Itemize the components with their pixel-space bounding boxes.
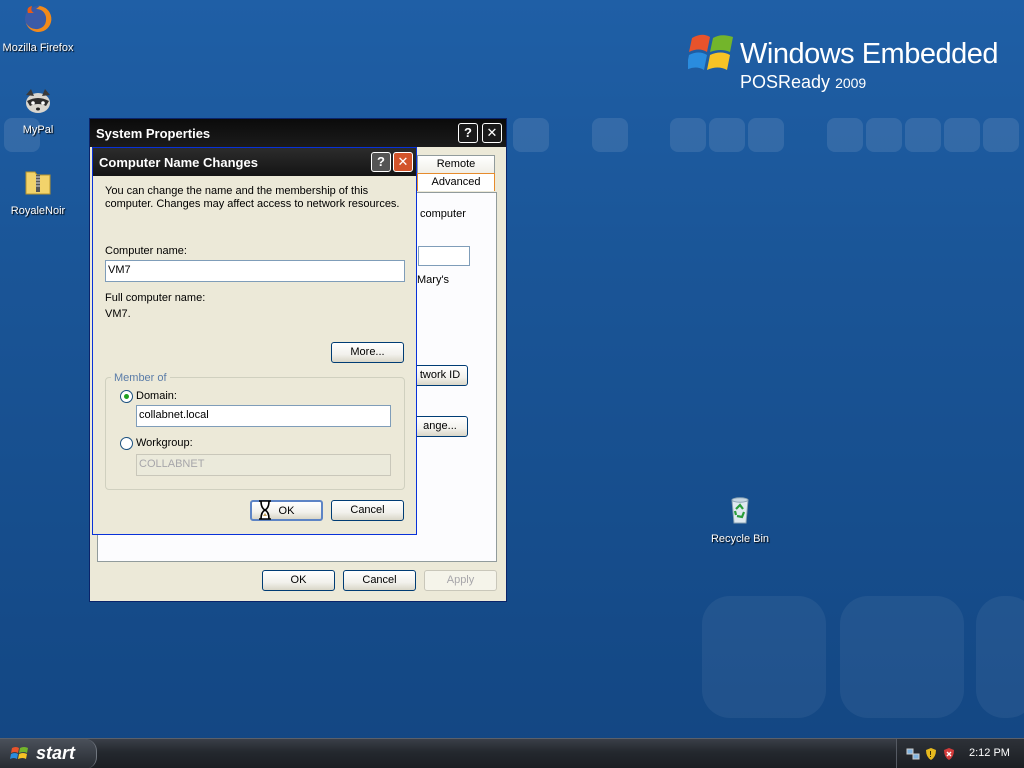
desktop-icon-royalenoir[interactable]: RoyaleNoir bbox=[0, 166, 78, 217]
computer-name-changes-dialog: Computer Name Changes ? ✕ You can change… bbox=[92, 147, 417, 535]
hourglass-cursor-icon bbox=[259, 500, 271, 520]
workgroup-label: Workgroup: bbox=[136, 437, 193, 449]
taskbar: start ! 2:12 PM bbox=[0, 738, 1024, 768]
system-tray: ! 2:12 PM bbox=[896, 739, 1024, 768]
clock[interactable]: 2:12 PM bbox=[969, 747, 1010, 759]
window-title: System Properties bbox=[96, 126, 211, 141]
change-button[interactable]: ange... bbox=[412, 416, 468, 437]
desktop-icon-mypal[interactable]: MyPal bbox=[0, 85, 78, 136]
windows-logo-icon bbox=[10, 747, 28, 759]
partial-text-marys: Mary's bbox=[417, 274, 450, 286]
network-id-button[interactable]: twork ID bbox=[412, 365, 468, 386]
recycle-bin-icon bbox=[731, 497, 749, 524]
brand-name: Windows Embedded bbox=[740, 38, 998, 70]
tab-remote[interactable]: Remote bbox=[417, 155, 495, 173]
full-computer-name-value: VM7. bbox=[105, 308, 131, 320]
ok-label: OK bbox=[278, 505, 295, 517]
cancel-button[interactable]: Cancel bbox=[343, 570, 416, 591]
domain-label: Domain: bbox=[136, 390, 177, 402]
firefox-icon bbox=[25, 5, 52, 32]
start-button[interactable]: start bbox=[0, 739, 97, 768]
tab-advanced[interactable]: Advanced bbox=[417, 173, 495, 191]
desktop-icon-firefox[interactable]: Mozilla Firefox bbox=[0, 3, 78, 54]
computer-name-input[interactable]: VM7 bbox=[105, 260, 405, 282]
help-button[interactable]: ? bbox=[458, 123, 478, 143]
desktop-icon-recycle-bin[interactable]: Recycle Bin bbox=[700, 494, 780, 545]
member-of-label: Member of bbox=[111, 372, 170, 384]
partial-text-computer: computer bbox=[420, 208, 466, 220]
brand-edition: POSReady 2009 bbox=[740, 72, 867, 92]
apply-button[interactable]: Apply bbox=[424, 570, 497, 591]
full-computer-name-label: Full computer name: bbox=[105, 292, 206, 304]
zip-folder-icon bbox=[25, 171, 51, 195]
security-alert-icon[interactable] bbox=[942, 747, 956, 761]
dialog-description: You can change the name and the membersh… bbox=[105, 185, 400, 210]
network-icon[interactable] bbox=[906, 747, 920, 761]
windows-embedded-logo: Windows Embedded POSReady 2009 bbox=[688, 28, 1008, 98]
partial-description-field[interactable] bbox=[418, 246, 470, 266]
raccoon-icon bbox=[26, 89, 50, 113]
workgroup-input[interactable]: COLLABNET bbox=[136, 454, 391, 476]
dialog-title: Computer Name Changes bbox=[99, 155, 258, 170]
workgroup-radio[interactable] bbox=[120, 437, 133, 450]
desktop-icon-label: MyPal bbox=[22, 124, 54, 136]
desktop-icon-label: RoyaleNoir bbox=[10, 205, 66, 217]
close-button[interactable]: ✕ bbox=[393, 152, 413, 172]
domain-input[interactable]: collabnet.local bbox=[136, 405, 391, 427]
more-button[interactable]: More... bbox=[331, 342, 404, 363]
system-properties-titlebar[interactable]: System Properties bbox=[90, 119, 506, 147]
dialog-titlebar[interactable]: Computer Name Changes bbox=[93, 148, 416, 176]
close-button[interactable]: ✕ bbox=[482, 123, 502, 143]
security-shield-icon[interactable]: ! bbox=[924, 747, 938, 761]
cancel-button[interactable]: Cancel bbox=[331, 500, 404, 521]
ok-button[interactable]: OK bbox=[262, 570, 335, 591]
svg-text:!: ! bbox=[929, 750, 932, 759]
help-button[interactable]: ? bbox=[371, 152, 391, 172]
start-label: start bbox=[36, 743, 76, 763]
ok-button[interactable]: OK bbox=[250, 500, 323, 521]
desktop-icon-label: Mozilla Firefox bbox=[2, 42, 74, 54]
windows-flag-icon bbox=[688, 34, 733, 70]
computer-name-label: Computer name: bbox=[105, 245, 187, 257]
desktop-icon-label: Recycle Bin bbox=[710, 533, 770, 545]
domain-radio[interactable] bbox=[120, 390, 133, 403]
